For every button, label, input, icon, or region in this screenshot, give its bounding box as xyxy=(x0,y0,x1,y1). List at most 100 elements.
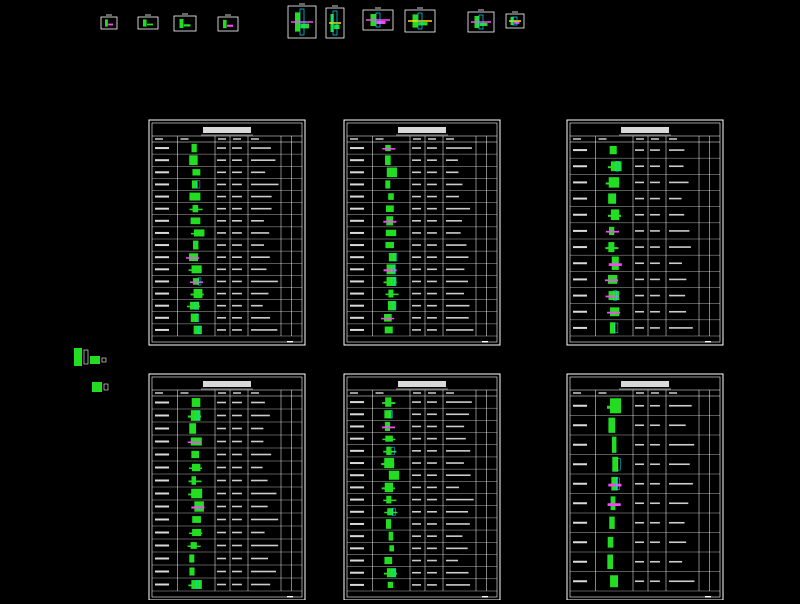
row-code-mark xyxy=(573,149,588,152)
row-part-detail xyxy=(608,263,622,266)
row-code-mark xyxy=(350,280,365,283)
row-size-mark xyxy=(217,479,226,482)
row-size-mark xyxy=(412,584,421,586)
row-size-mark xyxy=(217,427,226,430)
row-part-drawing xyxy=(386,167,397,178)
row-material-mark xyxy=(232,232,242,234)
row-part-drawing xyxy=(385,229,397,237)
row-description-mark xyxy=(446,559,459,562)
row-material-mark xyxy=(427,244,437,246)
sheet-title-block xyxy=(621,381,669,387)
row-material-mark xyxy=(650,327,660,329)
row-size-mark xyxy=(635,560,644,563)
header-label-mark xyxy=(636,392,644,394)
row-description-mark xyxy=(251,268,267,271)
row-description-mark xyxy=(251,183,279,186)
row-size-mark xyxy=(635,246,644,248)
row-material-mark xyxy=(232,583,242,586)
row-code-mark xyxy=(155,505,170,508)
row-description-mark xyxy=(669,278,687,281)
row-part-drawing xyxy=(189,155,198,166)
row-description-mark xyxy=(251,401,265,404)
row-code-mark xyxy=(155,544,170,547)
header-label-mark xyxy=(651,392,659,394)
row-code-mark xyxy=(155,304,170,307)
row-material-mark xyxy=(650,482,660,485)
row-description-mark xyxy=(446,292,465,295)
row-material-mark xyxy=(232,570,242,573)
row-part-detail xyxy=(189,532,203,534)
row-size-mark xyxy=(412,171,421,174)
row-size-mark xyxy=(635,541,644,544)
row-description-mark xyxy=(251,531,265,534)
row-code-mark xyxy=(155,183,170,186)
row-description-mark xyxy=(251,414,270,417)
row-material-mark xyxy=(650,521,660,524)
row-size-mark xyxy=(635,404,644,407)
row-size-mark xyxy=(635,502,644,505)
row-material-mark xyxy=(650,278,660,281)
row-code-mark xyxy=(350,571,365,574)
row-material-mark xyxy=(650,404,660,407)
row-size-mark xyxy=(217,317,226,319)
row-size-mark xyxy=(412,425,421,428)
row-code-mark xyxy=(573,326,588,329)
row-part-drawing xyxy=(384,326,393,334)
thumbnail-part xyxy=(108,23,113,26)
row-description-mark xyxy=(251,544,279,547)
row-description-mark xyxy=(446,183,463,186)
row-size-mark xyxy=(217,147,226,149)
row-description-mark xyxy=(251,317,271,319)
row-size-mark xyxy=(217,329,226,331)
row-part-drawing xyxy=(189,554,195,563)
header-label-mark xyxy=(413,392,421,394)
row-material-mark xyxy=(232,453,242,456)
row-code-mark xyxy=(350,498,365,501)
row-part-drawing xyxy=(609,145,617,155)
header-label-mark xyxy=(428,138,436,140)
row-description-mark xyxy=(251,492,277,495)
row-code-mark xyxy=(573,197,588,200)
row-description-mark xyxy=(446,171,459,174)
row-description-mark xyxy=(446,280,469,283)
row-code-mark xyxy=(350,474,365,477)
row-material-mark xyxy=(427,413,437,416)
row-size-mark xyxy=(412,523,421,525)
row-description-mark xyxy=(446,317,469,319)
row-description-mark xyxy=(669,580,695,583)
row-size-mark xyxy=(412,437,421,440)
row-material-mark xyxy=(232,479,242,482)
row-material-mark xyxy=(650,443,660,446)
row-material-mark xyxy=(650,230,660,232)
row-size-mark xyxy=(412,256,421,258)
row-description-mark xyxy=(446,474,471,477)
row-description-mark xyxy=(446,498,474,501)
row-size-mark xyxy=(217,505,226,508)
sheet-title-block xyxy=(398,127,446,133)
row-part-detail xyxy=(605,230,620,233)
row-code-mark xyxy=(350,183,365,186)
row-size-mark xyxy=(635,310,644,313)
row-description-mark xyxy=(446,425,465,428)
row-material-mark xyxy=(427,268,437,271)
row-part-detail xyxy=(607,405,621,409)
header-label-mark xyxy=(251,138,259,140)
header-label-mark xyxy=(598,138,607,140)
cad-drawing-canvas[interactable] xyxy=(0,0,800,601)
row-material-mark xyxy=(650,181,660,184)
row-description-mark xyxy=(669,541,687,544)
header-label-mark xyxy=(218,138,226,140)
row-material-mark xyxy=(232,268,242,271)
row-description-mark xyxy=(669,262,682,265)
row-code-mark xyxy=(350,256,365,259)
row-size-mark xyxy=(412,571,421,574)
row-description-mark xyxy=(251,280,278,283)
header-label-mark xyxy=(233,138,241,140)
row-part-detail xyxy=(188,493,202,496)
row-material-mark xyxy=(427,523,437,525)
row-size-mark xyxy=(217,292,226,295)
row-part-drawing xyxy=(192,169,201,176)
row-size-mark xyxy=(217,440,226,443)
row-part-detail xyxy=(382,438,396,441)
row-description-mark xyxy=(251,256,270,258)
